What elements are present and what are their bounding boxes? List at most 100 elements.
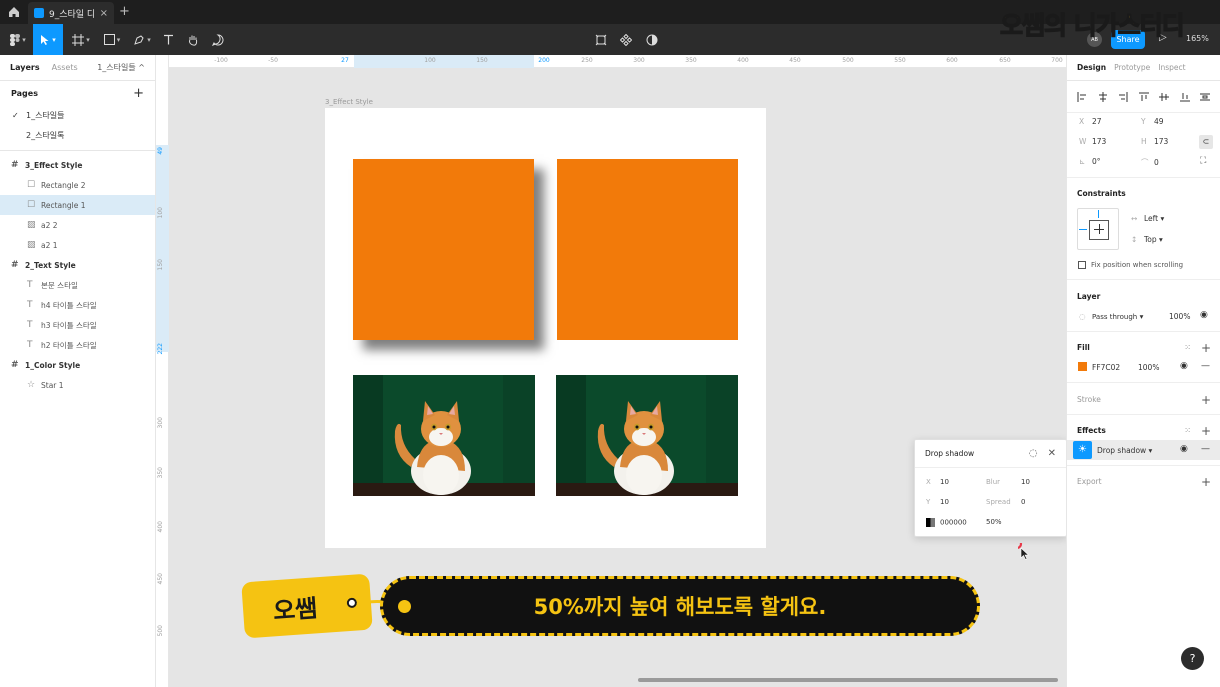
tab-assets[interactable]: Assets xyxy=(52,63,78,72)
close-icon[interactable]: ✕ xyxy=(1048,448,1056,459)
effect-type-select[interactable]: Drop shadow ▾ xyxy=(1097,446,1152,455)
shadow-opacity-field[interactable]: 50% xyxy=(986,518,1002,526)
constraints-widget[interactable] xyxy=(1077,208,1119,250)
add-fill-icon[interactable]: + xyxy=(1201,341,1211,355)
new-tab-button[interactable]: + xyxy=(119,4,130,19)
remove-fill-icon[interactable]: — xyxy=(1201,361,1210,371)
shadow-spread-field[interactable]: Spread 0 xyxy=(986,498,1025,506)
comment-tool-button[interactable] xyxy=(208,24,228,55)
layer-item[interactable]: #1_Color Style xyxy=(0,355,155,375)
effect-settings-icon[interactable]: ☀ xyxy=(1073,441,1092,459)
figma-file-icon xyxy=(34,8,44,18)
layer-item[interactable]: #3_Effect Style xyxy=(0,155,155,175)
section-divider xyxy=(1067,177,1220,178)
tab-prototype[interactable]: Prototype xyxy=(1114,63,1150,72)
effect-eye-icon[interactable]: ◉ xyxy=(1180,444,1188,454)
file-tab[interactable]: 9_스타일 디자인 × xyxy=(28,2,114,24)
eye-icon[interactable]: ◉ xyxy=(1200,310,1208,320)
main-menu-button[interactable]: ▾ xyxy=(4,24,32,55)
drop-icon[interactable]: ◌ xyxy=(1029,448,1038,459)
add-effect-icon[interactable]: + xyxy=(1201,424,1211,438)
shape-tool-button[interactable]: ▾ xyxy=(98,24,126,55)
shadow-color-field[interactable]: 000000 xyxy=(926,518,967,527)
layer-item[interactable]: #2_Text Style xyxy=(0,255,155,275)
effect-row-drop-shadow[interactable]: ☀ Drop shadow ▾ ◉ — xyxy=(1067,440,1220,460)
zoom-level[interactable]: 165% xyxy=(1186,34,1209,43)
page-item[interactable]: ✓ 1_스타일들 xyxy=(0,105,155,125)
layer-item[interactable]: ▨ a2 1 xyxy=(0,235,155,255)
layer-item[interactable]: ☆ Star 1 xyxy=(0,375,155,395)
add-export-icon[interactable]: + xyxy=(1201,475,1211,489)
component-button[interactable] xyxy=(616,24,636,55)
text-tool-button[interactable] xyxy=(158,24,178,55)
fix-position-checkbox[interactable]: Fix position when scrolling xyxy=(1078,260,1183,269)
effect-style-frame[interactable] xyxy=(325,108,766,548)
create-component-button[interactable] xyxy=(591,24,611,55)
align-bottom-icon[interactable] xyxy=(1179,92,1190,102)
frame-label[interactable]: 3_Effect Style xyxy=(325,98,373,106)
home-icon[interactable] xyxy=(7,5,21,19)
page-selector[interactable]: 1_스타일들 ^ xyxy=(97,62,145,73)
layer-opacity-field[interactable]: 100% xyxy=(1169,312,1190,321)
move-tool-button[interactable]: ▾ xyxy=(33,24,63,55)
add-page-icon[interactable]: + xyxy=(133,86,144,101)
close-tab-icon[interactable]: × xyxy=(100,8,108,19)
corner-radius-field[interactable]: ⌒ 0 xyxy=(1141,157,1159,168)
constraint-top-line[interactable] xyxy=(1098,210,1099,218)
pen-tool-button[interactable]: ▾ xyxy=(129,24,155,55)
fill-styles-icon[interactable]: ⁙ xyxy=(1184,343,1191,352)
help-button[interactable]: ? xyxy=(1181,647,1204,670)
distribute-icon[interactable] xyxy=(1200,92,1210,102)
y-field[interactable]: Y 49 xyxy=(1141,117,1164,126)
x-field[interactable]: X 27 xyxy=(1079,117,1102,126)
layer-item[interactable]: Th2 타이틀 스타일 xyxy=(0,335,155,355)
ruler-tick-label: 600 xyxy=(946,57,958,64)
layer-item[interactable]: Th3 타이틀 스타일 xyxy=(0,315,155,335)
tab-inspect[interactable]: Inspect xyxy=(1158,63,1185,72)
page-item[interactable]: 2_스타일톡 xyxy=(0,125,155,145)
tab-layers[interactable]: Layers xyxy=(10,63,40,72)
add-stroke-icon[interactable]: + xyxy=(1201,393,1211,407)
fill-color-swatch[interactable] xyxy=(1078,362,1087,371)
layer-item[interactable]: ☐ Rectangle 2 xyxy=(0,175,155,195)
remove-effect-icon[interactable]: — xyxy=(1201,444,1210,454)
layer-item[interactable]: ☐ Rectangle 1 xyxy=(0,195,155,215)
constrain-proportions-icon[interactable]: ⊂ xyxy=(1199,135,1213,149)
effect-styles-icon[interactable]: ⁙ xyxy=(1184,426,1191,435)
layer-item[interactable]: ▨ a2 2 xyxy=(0,215,155,235)
shadow-blur-field[interactable]: Blur 10 xyxy=(986,478,1030,486)
fill-eye-icon[interactable]: ◉ xyxy=(1180,361,1188,371)
layer-item[interactable]: Th4 타이틀 스타일 xyxy=(0,295,155,315)
tab-design[interactable]: Design xyxy=(1077,63,1106,72)
shadow-y-field[interactable]: Y 10 xyxy=(926,498,949,506)
constraint-left-line[interactable] xyxy=(1079,229,1087,230)
align-top-icon[interactable] xyxy=(1138,92,1149,102)
height-field[interactable]: H 173 xyxy=(1141,137,1168,146)
hand-tool-button[interactable] xyxy=(183,24,203,55)
constraint-vertical-select[interactable]: ↕ Top ▾ xyxy=(1131,235,1163,244)
width-field[interactable]: W 173 xyxy=(1079,137,1106,146)
rotation-field[interactable]: ⊾ 0° xyxy=(1079,157,1101,166)
contrast-button[interactable] xyxy=(642,24,662,55)
align-center-h-icon[interactable] xyxy=(1098,91,1108,102)
blend-mode-select[interactable]: ◌ Pass through ▾ xyxy=(1079,312,1143,321)
cat-illustration xyxy=(556,375,738,496)
horizontal-scrollbar[interactable] xyxy=(638,678,1058,682)
align-right-icon[interactable] xyxy=(1118,91,1128,102)
independent-corners-icon[interactable]: ⛶ xyxy=(1200,156,1206,166)
cat-image-2[interactable] xyxy=(556,375,738,496)
align-left-icon[interactable] xyxy=(1077,91,1087,102)
fill-opacity-field[interactable]: 100% xyxy=(1138,363,1159,372)
cat-image-1[interactable] xyxy=(353,375,535,496)
fill-hex-field[interactable]: FF7C02 xyxy=(1092,363,1120,372)
layer-type-icon: ☐ xyxy=(27,200,36,210)
frame-tool-button[interactable]: ▾ xyxy=(68,24,94,55)
constraint-horizontal-select[interactable]: ↔ Left ▾ xyxy=(1131,214,1164,223)
rectangle-1-shadowed[interactable] xyxy=(353,159,534,340)
ruler-tick-label: -100 xyxy=(214,57,228,64)
layer-item[interactable]: T 본문 스타일 xyxy=(0,275,155,295)
align-center-v-icon[interactable] xyxy=(1159,92,1169,102)
shadow-x-field[interactable]: X 10 xyxy=(926,478,949,486)
rectangle-2[interactable] xyxy=(557,159,738,340)
section-divider xyxy=(1067,382,1220,383)
